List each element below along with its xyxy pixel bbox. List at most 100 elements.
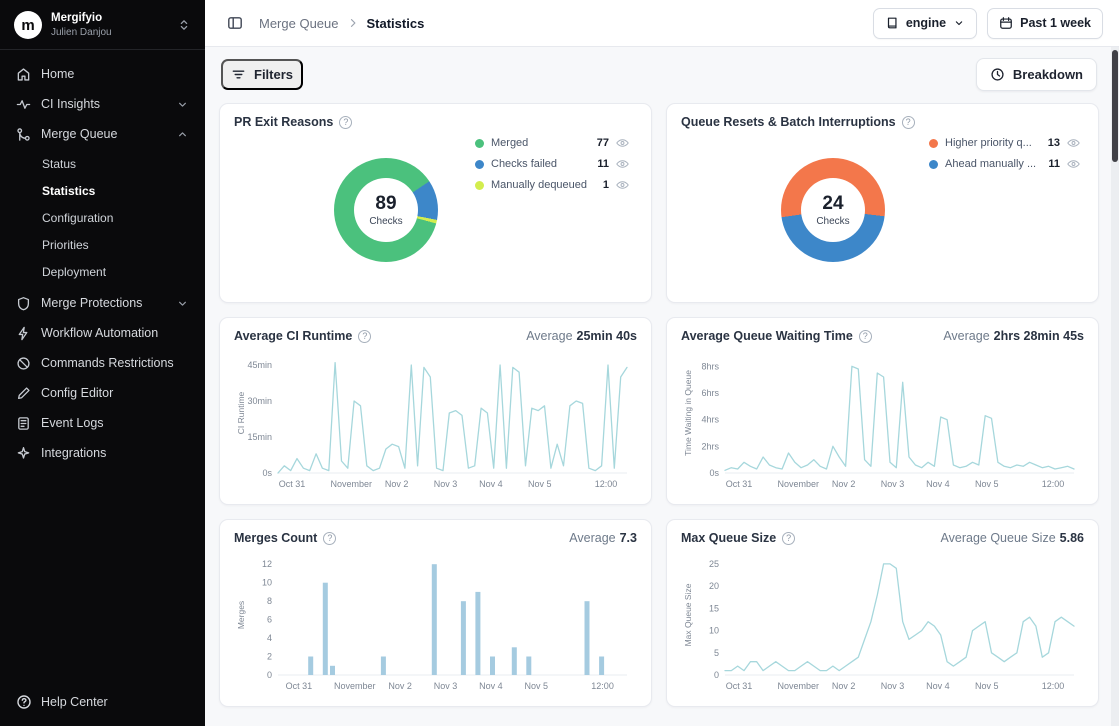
sidebar-item-merge-protections[interactable]: Merge Protections (0, 288, 205, 318)
vertical-scrollbar[interactable] (1111, 47, 1119, 726)
repository-select[interactable]: engine (873, 8, 977, 39)
card-title: Max Queue Size (681, 531, 776, 545)
legend-label: Ahead manually ... (945, 158, 1036, 170)
help-icon[interactable]: ? (323, 532, 336, 545)
svg-text:Merges: Merges (236, 601, 246, 629)
svg-text:Nov 5: Nov 5 (975, 479, 999, 489)
sidebar-item-label: Workflow Automation (41, 326, 158, 340)
svg-text:Oct 31: Oct 31 (726, 479, 753, 489)
help-icon[interactable]: ? (358, 330, 371, 343)
sidebar-item-label: Event Logs (41, 416, 104, 430)
date-range-button[interactable]: Past 1 week (987, 8, 1103, 39)
svg-text:Nov 3: Nov 3 (881, 479, 905, 489)
svg-text:8: 8 (267, 596, 272, 606)
main-area: Merge Queue Statistics engine Past 1 wee… (205, 0, 1119, 726)
eye-icon[interactable] (616, 180, 629, 190)
help-center-label: Help Center (41, 695, 108, 709)
help-icon[interactable]: ? (782, 532, 795, 545)
svg-text:20: 20 (709, 581, 719, 591)
svg-text:Nov 4: Nov 4 (479, 479, 503, 489)
legend-dot (929, 139, 938, 148)
donut-hole: 24 Checks (801, 178, 865, 242)
charts-grid: PR Exit Reasons ? 89 Checks Merged 77 (205, 91, 1119, 726)
sidebar-item-config-editor[interactable]: Config Editor (0, 378, 205, 408)
sidebar-item-label: Config Editor (41, 386, 113, 400)
sidebar-item-commands-restrictions[interactable]: Commands Restrictions (0, 348, 205, 378)
help-icon[interactable]: ? (859, 330, 872, 343)
date-range-label: Past 1 week (1020, 16, 1091, 30)
breakdown-button[interactable]: Breakdown (976, 58, 1097, 91)
svg-text:12:00: 12:00 (1042, 681, 1065, 691)
chevron-right-icon (347, 17, 359, 29)
card-title: PR Exit Reasons (234, 115, 333, 129)
org-switcher[interactable]: m Mergifyio Julien Danjou (0, 0, 205, 50)
eye-icon[interactable] (616, 138, 629, 148)
sidebar-subitem-deployment[interactable]: Deployment (0, 258, 205, 285)
legend-label: Merged (491, 137, 528, 149)
panel-left-icon (227, 15, 243, 31)
legend-dot (475, 139, 484, 148)
svg-text:Nov 5: Nov 5 (528, 479, 552, 489)
sidebar-subitem-statistics[interactable]: Statistics (0, 177, 205, 204)
legend-dot (475, 181, 484, 190)
sidebar-item-event-logs[interactable]: Event Logs (0, 408, 205, 438)
card-title: Average Queue Waiting Time (681, 329, 853, 343)
legend-item-ahead-manually: Ahead manually ... 11 (929, 158, 1080, 170)
svg-text:Max Queue Size: Max Queue Size (683, 583, 693, 646)
sidebar-item-integrations[interactable]: Integrations (0, 438, 205, 468)
org-switcher-chevrons-icon (177, 18, 191, 32)
donut-legend: Merged 77 Checks failed 11 Manually dequ… (475, 137, 629, 191)
merge-queue-subnav: Status Statistics Configuration Prioriti… (0, 149, 205, 288)
breadcrumb-section[interactable]: Merge Queue (259, 16, 339, 31)
svg-text:Oct 31: Oct 31 (726, 681, 753, 691)
svg-text:10: 10 (262, 578, 272, 588)
svg-text:Nov 2: Nov 2 (832, 479, 856, 489)
filters-button[interactable]: Filters (221, 59, 303, 90)
help-icon[interactable]: ? (339, 116, 352, 129)
sidebar-item-ci-insights[interactable]: CI Insights (0, 89, 205, 119)
activity-icon (16, 97, 31, 112)
donut-hole: 89 Checks (354, 178, 418, 242)
help-center-link[interactable]: Help Center (0, 678, 205, 726)
svg-text:Oct 31: Oct 31 (279, 479, 306, 489)
ci-runtime-chart: 0s15min30min45minOct 31NovemberNov 2Nov … (234, 345, 637, 493)
eye-icon[interactable] (1067, 138, 1080, 148)
svg-text:45min: 45min (247, 360, 272, 370)
sidebar-subitem-priorities[interactable]: Priorities (0, 231, 205, 258)
sidebar-item-home[interactable]: Home (0, 59, 205, 89)
svg-text:10: 10 (709, 626, 719, 636)
svg-text:5: 5 (714, 648, 719, 658)
legend-item-higher-priority: Higher priority q... 13 (929, 137, 1080, 149)
scrollbar-thumb[interactable] (1112, 50, 1118, 162)
log-document-icon (16, 416, 31, 431)
card-title: Merges Count (234, 531, 317, 545)
sidebar-item-workflow-automation[interactable]: Workflow Automation (0, 318, 205, 348)
legend-label: Manually dequeued (491, 179, 587, 191)
legend-item-merged: Merged 77 (475, 137, 629, 149)
donut-center-value: 89 (375, 193, 396, 215)
chevron-down-icon (176, 297, 189, 310)
svg-text:6hrs: 6hrs (701, 388, 719, 398)
card-title: Queue Resets & Batch Interruptions (681, 115, 896, 129)
svg-text:November: November (334, 681, 376, 691)
sidebar-subitem-configuration[interactable]: Configuration (0, 204, 205, 231)
svg-text:4hrs: 4hrs (701, 415, 719, 425)
legend-value: 77 (597, 137, 609, 149)
eye-icon[interactable] (616, 159, 629, 169)
clock-icon (990, 67, 1005, 82)
question-circle-icon (16, 694, 32, 710)
help-icon[interactable]: ? (902, 116, 915, 129)
sidebar-item-merge-queue[interactable]: Merge Queue (0, 119, 205, 149)
eye-icon[interactable] (1067, 159, 1080, 169)
sidebar-toggle-button[interactable] (221, 9, 249, 37)
logo-letter: m (21, 17, 34, 34)
sidebar-subitem-status[interactable]: Status (0, 150, 205, 177)
sidebar: m Mergifyio Julien Danjou Home CI Insigh… (0, 0, 205, 726)
card-title: Average CI Runtime (234, 329, 352, 343)
chevron-down-icon (176, 98, 189, 111)
average-readout: Average25min 40s (526, 329, 637, 343)
legend-label: Checks failed (491, 158, 557, 170)
repository-name: engine (906, 16, 946, 30)
svg-text:CI Runtime: CI Runtime (236, 391, 246, 434)
filters-toolbar: Filters Breakdown (205, 47, 1119, 91)
